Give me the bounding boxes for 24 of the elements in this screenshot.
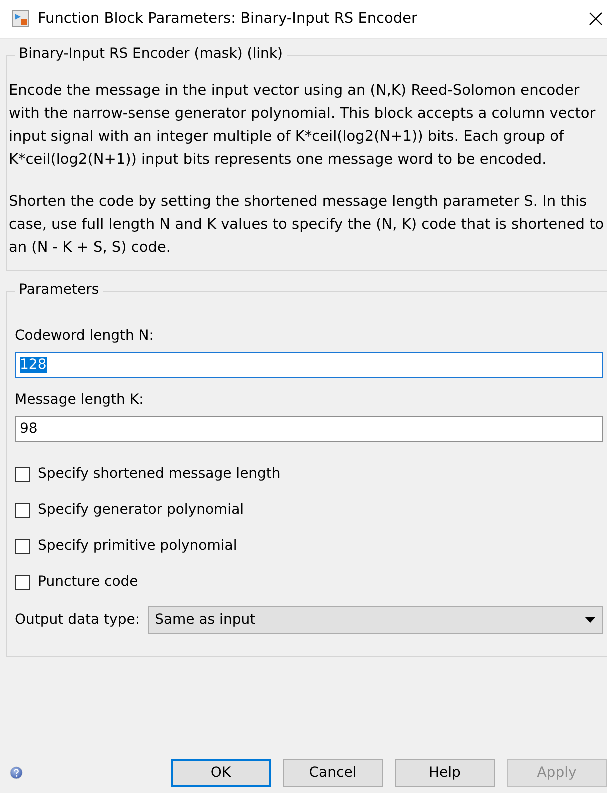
dropdown-arrow-icon [585,617,596,623]
checkbox-label: Puncture code [38,574,138,590]
checkbox[interactable] [15,466,30,482]
checkbox[interactable] [15,502,30,518]
dialog-button[interactable]: OK [171,759,271,787]
input-field[interactable]: 128 [15,352,603,378]
checkbox-label: Specify shortened message length [38,466,281,482]
description-text: Encode the message in the input vector using an (N,K) Reed-Solomon encoder with the narrow-sense generator polynomial. This block accepts a column vector input signal with an integer multiple of K*ceil(log2(N+1)) bits. Each group of K*ceil(log2(N+1)) input bits represents one message word to be encoded. [9,82,597,170]
dialog-button[interactable]: Help [395,759,495,787]
window-title: Function Block Parameters: Binary-Input RS Encoder [38,11,418,27]
dropdown-label: Output data type: [15,612,140,628]
checkbox-label: Specify generator polynomial [38,502,244,518]
output-type-dropdown[interactable]: Same as input [148,606,603,634]
input-field[interactable]: 98 [15,416,603,442]
panel-title: Binary-Input RS Encoder (mask) (link) [15,46,287,62]
dialog-button[interactable]: Cancel [283,759,383,787]
checkbox[interactable] [15,538,30,554]
field-label: Codeword length N: [15,328,155,344]
description-text: Shorten the code by setting the shortened message length parameter S. In this case, use full length N and K values to specify the (N, K) code that is shortened to an (N - K + S, S) code. [9,193,605,258]
checkbox[interactable] [15,574,30,590]
app-icon [12,10,30,28]
checkbox-label: Specify primitive polynomial [38,538,238,554]
field-label: Message length K: [15,392,145,408]
close-icon[interactable] [589,12,603,26]
